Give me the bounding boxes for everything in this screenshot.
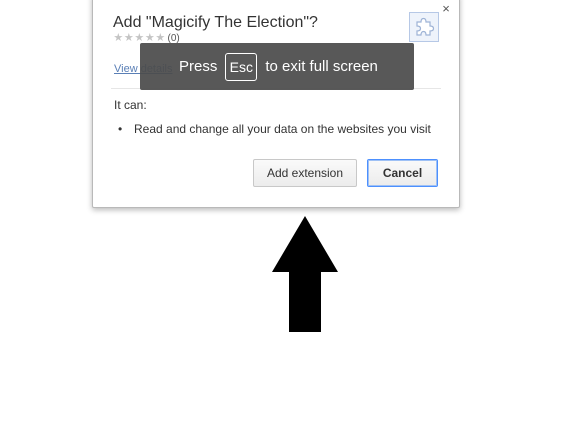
permission-item: • Read and change all your data on the we… — [118, 122, 431, 136]
extension-icon — [409, 12, 439, 42]
dialog-title: Add "Magicify The Election"? — [113, 14, 318, 31]
add-extension-button[interactable]: Add extension — [253, 159, 357, 187]
toast-press-text: Press — [179, 58, 218, 75]
extension-install-dialog: Add "Magicify The Election"? ★ ★ ★ ★ ★ (… — [92, 0, 460, 208]
star-icon: ★ — [123, 32, 134, 44]
puzzle-piece-icon — [416, 17, 435, 36]
rating-count: (0) — [167, 32, 180, 44]
bullet: • — [118, 122, 123, 136]
close-icon[interactable]: × — [439, 2, 453, 16]
screen: Add "Magicify The Election"? ★ ★ ★ ★ ★ (… — [0, 0, 580, 421]
star-icon: ★ — [113, 32, 124, 44]
permission-text: Read and change all your data on the web… — [134, 122, 431, 136]
cancel-button[interactable]: Cancel — [367, 159, 438, 187]
fullscreen-toast: Press Esc to exit full screen — [140, 43, 414, 90]
up-arrow-icon — [272, 216, 338, 332]
toast-instruction-text: to exit full screen — [265, 58, 378, 75]
esc-key: Esc — [225, 52, 258, 81]
permissions-heading: It can: — [114, 98, 147, 112]
